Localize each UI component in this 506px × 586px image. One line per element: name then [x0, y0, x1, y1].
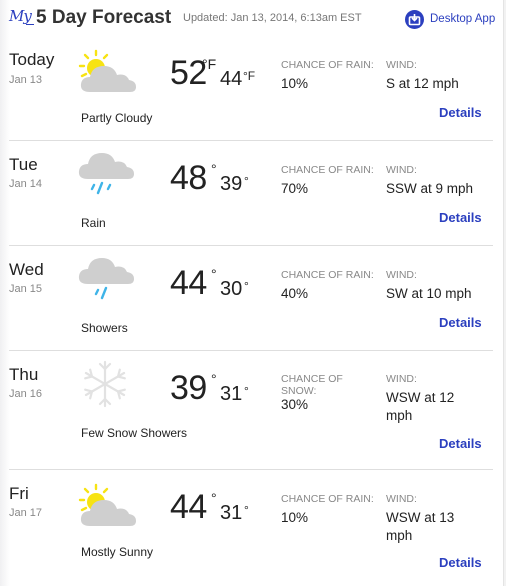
- condition-text: Mostly Sunny: [81, 545, 154, 559]
- low-temp: 30: [220, 278, 243, 300]
- low-temp: 39: [220, 173, 243, 195]
- details-link[interactable]: Details: [439, 210, 482, 225]
- forecast-row-tue: Tue Jan 14 Rain 48 ° 39 ° CHANCE OF RAIN…: [0, 141, 500, 245]
- partly-cloudy-icon: [78, 49, 136, 92]
- day-date: Jan 13: [9, 74, 43, 86]
- mostly-sunny-icon: [78, 483, 136, 526]
- high-temp-unit: °: [211, 490, 217, 506]
- low-temp-unit: °: [244, 384, 249, 398]
- details-link[interactable]: Details: [439, 315, 482, 330]
- wind-label: WIND:: [386, 493, 417, 505]
- low-temp: 31: [220, 383, 243, 405]
- chance-label: CHANCE OF RAIN:: [281, 269, 374, 281]
- day-date: Jan 15: [9, 283, 43, 295]
- showers-icon: [78, 258, 134, 300]
- chance-value: 30%: [281, 397, 309, 412]
- page-title: 5 Day Forecast: [36, 7, 172, 28]
- forecast-row-fri: Fri Jan 17 Mostly Sunny 44 ° 31 ° CHANCE…: [0, 470, 500, 586]
- rain-icon: [78, 153, 134, 195]
- high-temp: 44: [170, 488, 207, 526]
- chance-label: CHANCE OF RAIN:: [281, 59, 374, 71]
- high-temp: 44: [170, 264, 207, 302]
- chance-label: CHANCE OF SNOW:: [281, 373, 343, 397]
- wind-value: SSW at 9 mph: [386, 181, 474, 196]
- desktop-app-link[interactable]: Desktop App: [405, 9, 495, 29]
- low-temp-unit: °: [244, 279, 249, 293]
- low-temp-unit: °: [244, 503, 249, 517]
- low-temp: 31: [220, 502, 243, 524]
- day-name: Wed: [9, 260, 44, 279]
- day-name: Today: [9, 50, 55, 69]
- high-temp: 39: [170, 369, 207, 407]
- high-temp-unit: °F: [202, 56, 217, 72]
- chance-value: 70%: [281, 181, 309, 196]
- condition-text: Showers: [81, 321, 128, 335]
- wind-label: WIND:: [386, 373, 417, 385]
- my-logo: My: [9, 7, 32, 25]
- day-date: Jan 17: [9, 507, 43, 519]
- wind-value: S at 12 mph: [386, 76, 459, 91]
- condition-text: Few Snow Showers: [81, 426, 188, 440]
- low-temp-unit: °F: [243, 69, 256, 83]
- chance-label: CHANCE OF RAIN:: [281, 164, 374, 176]
- forecast-row-wed: Wed Jan 15 Showers 44 ° 30 ° CHANCE OF R…: [0, 246, 500, 350]
- high-temp-unit: °: [211, 266, 217, 282]
- desktop-app-label: Desktop App: [430, 13, 496, 25]
- chance-value: 40%: [281, 286, 309, 301]
- wind-value: WSW at 13 mph: [386, 510, 455, 543]
- day-name: Tue: [9, 155, 38, 174]
- forecast-row-thu: Thu Jan 16 Few Snow Showers 39 ° 31 ° CH…: [0, 351, 500, 469]
- low-temp: 44: [220, 68, 243, 90]
- forecast-row-today: Today Jan 13 Partly Cloudy 52 °F 44 °F C…: [0, 36, 500, 140]
- chance-label: CHANCE OF RAIN:: [281, 493, 374, 505]
- day-date: Jan 14: [9, 178, 43, 190]
- details-link[interactable]: Details: [439, 105, 482, 120]
- forecast-header: My 5 Day Forecast Updated: Jan 13, 2014,…: [0, 0, 500, 36]
- day-name: Thu: [9, 365, 39, 384]
- wind-label: WIND:: [386, 59, 417, 71]
- details-link[interactable]: Details: [439, 436, 482, 451]
- high-temp-unit: °: [211, 371, 217, 387]
- wind-label: WIND:: [386, 269, 417, 281]
- wind-value: WSW at 12 mph: [386, 390, 455, 423]
- my-logo-underline: [26, 24, 34, 25]
- wind-value: SW at 10 mph: [386, 286, 472, 301]
- wind-label: WIND:: [386, 164, 417, 176]
- low-temp-unit: °: [244, 174, 249, 188]
- details-link[interactable]: Details: [439, 555, 482, 570]
- condition-text: Partly Cloudy: [81, 111, 153, 125]
- chance-value: 10%: [281, 76, 309, 91]
- high-temp-unit: °: [211, 161, 217, 177]
- download-icon: [405, 9, 424, 29]
- snowflake-icon: [82, 360, 128, 408]
- updated-timestamp: Updated: Jan 13, 2014, 6:13am EST: [183, 12, 362, 24]
- high-temp: 48: [170, 159, 207, 197]
- day-date: Jan 16: [9, 388, 43, 400]
- day-name: Fri: [9, 484, 29, 503]
- condition-text: Rain: [81, 216, 106, 230]
- chance-value: 10%: [281, 510, 309, 525]
